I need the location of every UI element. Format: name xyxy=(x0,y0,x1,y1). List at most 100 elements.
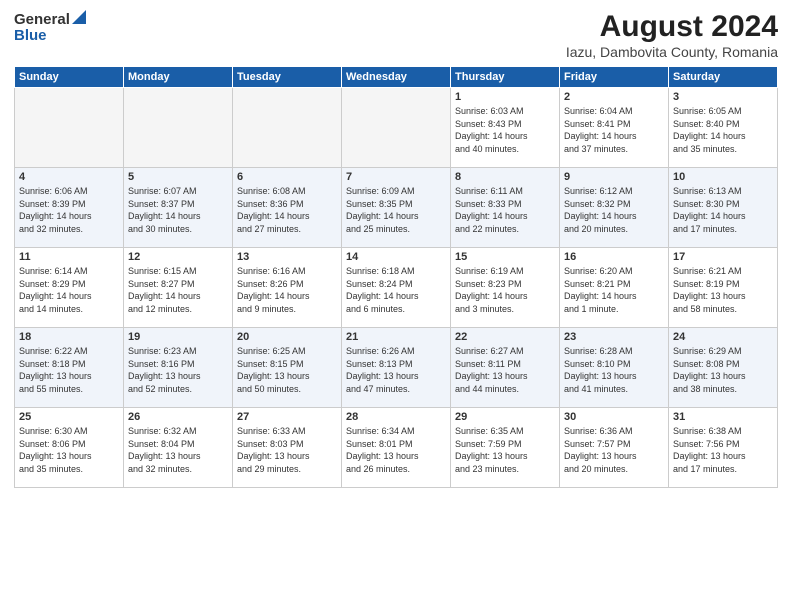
calendar-cell xyxy=(233,88,342,168)
calendar-cell: 30 Sunrise: 6:36 AM Sunset: 7:57 PM Dayli… xyxy=(560,408,669,488)
day-number: 20 xyxy=(237,331,337,343)
day-info: Sunrise: 6:20 AM Sunset: 8:21 PM Dayligh… xyxy=(564,265,664,315)
calendar-week-row: 4Sunrise: 6:06 AM Sunset: 8:39 PM Daylig… xyxy=(15,168,778,248)
calendar-cell: 18 Sunrise: 6:22 AM Sunset: 8:18 PM Dayli… xyxy=(15,328,124,408)
day-info: Sunrise: 6:29 AM Sunset: 8:08 PM Dayligh… xyxy=(673,345,773,395)
day-info: Sunrise: 6:23 AM Sunset: 8:16 PM Dayligh… xyxy=(128,345,228,395)
calendar-cell: 1 Sunrise: 6:03 AM Sunset: 8:43 PM Daylig… xyxy=(451,88,560,168)
calendar-cell: 25Sunrise: 6:30 AM Sunset: 8:06 PM Dayli… xyxy=(15,408,124,488)
calendar-cell: 14Sunrise: 6:18 AM Sunset: 8:24 PM Dayli… xyxy=(342,248,451,328)
calendar-cell: 27Sunrise: 6:33 AM Sunset: 8:03 PM Dayli… xyxy=(233,408,342,488)
day-number: 24 xyxy=(673,331,773,343)
day-number: 12 xyxy=(128,251,228,263)
day-info: Sunrise: 6:13 AM Sunset: 8:30 PM Dayligh… xyxy=(673,185,773,235)
calendar-cell: 21 Sunrise: 6:26 AM Sunset: 8:13 PM Dayli… xyxy=(342,328,451,408)
day-info: Sunrise: 6:18 AM Sunset: 8:24 PM Dayligh… xyxy=(346,265,446,315)
day-info: Sunrise: 6:14 AM Sunset: 8:29 PM Dayligh… xyxy=(19,265,119,315)
calendar-cell: 3 Sunrise: 6:05 AM Sunset: 8:40 PM Daylig… xyxy=(669,88,778,168)
day-number: 11 xyxy=(19,251,119,263)
day-info: Sunrise: 6:25 AM Sunset: 8:15 PM Dayligh… xyxy=(237,345,337,395)
calendar-cell: 20 Sunrise: 6:25 AM Sunset: 8:15 PM Dayli… xyxy=(233,328,342,408)
calendar-cell: 12 Sunrise: 6:15 AM Sunset: 8:27 PM Dayli… xyxy=(124,248,233,328)
day-info: Sunrise: 6:26 AM Sunset: 8:13 PM Dayligh… xyxy=(346,345,446,395)
calendar-cell: 13 Sunrise: 6:16 AM Sunset: 8:26 PM Dayli… xyxy=(233,248,342,328)
col-saturday: Saturday xyxy=(669,67,778,88)
calendar-cell: 4Sunrise: 6:06 AM Sunset: 8:39 PM Daylig… xyxy=(15,168,124,248)
calendar-cell: 5 Sunrise: 6:07 AM Sunset: 8:37 PM Daylig… xyxy=(124,168,233,248)
calendar-cell: 28Sunrise: 6:34 AM Sunset: 8:01 PM Dayli… xyxy=(342,408,451,488)
calendar-cell: 9Sunrise: 6:12 AM Sunset: 8:32 PM Daylig… xyxy=(560,168,669,248)
calendar-cell: 19Sunrise: 6:23 AM Sunset: 8:16 PM Dayli… xyxy=(124,328,233,408)
calendar-cell: 2Sunrise: 6:04 AM Sunset: 8:41 PM Daylig… xyxy=(560,88,669,168)
day-number: 18 xyxy=(19,331,119,343)
day-number: 9 xyxy=(564,171,664,183)
day-info: Sunrise: 6:15 AM Sunset: 8:27 PM Dayligh… xyxy=(128,265,228,315)
day-info: Sunrise: 6:08 AM Sunset: 8:36 PM Dayligh… xyxy=(237,185,337,235)
day-number: 5 xyxy=(128,171,228,183)
calendar-cell: 17 Sunrise: 6:21 AM Sunset: 8:19 PM Dayli… xyxy=(669,248,778,328)
day-info: Sunrise: 6:03 AM Sunset: 8:43 PM Dayligh… xyxy=(455,105,555,155)
calendar-cell: 23 Sunrise: 6:28 AM Sunset: 8:10 PM Dayli… xyxy=(560,328,669,408)
col-friday: Friday xyxy=(560,67,669,88)
day-number: 23 xyxy=(564,331,664,343)
day-info: Sunrise: 6:38 AM Sunset: 7:56 PM Dayligh… xyxy=(673,425,773,475)
day-number: 29 xyxy=(455,411,555,423)
calendar-cell xyxy=(124,88,233,168)
col-wednesday: Wednesday xyxy=(342,67,451,88)
day-number: 27 xyxy=(237,411,337,423)
day-info: Sunrise: 6:30 AM Sunset: 8:06 PM Dayligh… xyxy=(19,425,119,475)
calendar-cell: 22Sunrise: 6:27 AM Sunset: 8:11 PM Dayli… xyxy=(451,328,560,408)
calendar-table: Sunday Monday Tuesday Wednesday Thursday… xyxy=(14,66,778,488)
calendar-week-row: 11 Sunrise: 6:14 AM Sunset: 8:29 PM Dayli… xyxy=(15,248,778,328)
day-info: Sunrise: 6:35 AM Sunset: 7:59 PM Dayligh… xyxy=(455,425,555,475)
day-info: Sunrise: 6:21 AM Sunset: 8:19 PM Dayligh… xyxy=(673,265,773,315)
logo-blue-text: Blue xyxy=(14,27,47,44)
calendar-cell: 6 Sunrise: 6:08 AM Sunset: 8:36 PM Daylig… xyxy=(233,168,342,248)
day-info: Sunrise: 6:07 AM Sunset: 8:37 PM Dayligh… xyxy=(128,185,228,235)
calendar-cell: 16 Sunrise: 6:20 AM Sunset: 8:21 PM Dayli… xyxy=(560,248,669,328)
day-info: Sunrise: 6:22 AM Sunset: 8:18 PM Dayligh… xyxy=(19,345,119,395)
day-number: 16 xyxy=(564,251,664,263)
day-info: Sunrise: 6:28 AM Sunset: 8:10 PM Dayligh… xyxy=(564,345,664,395)
logo-general-text: General xyxy=(14,11,70,28)
day-number: 21 xyxy=(346,331,446,343)
day-info: Sunrise: 6:11 AM Sunset: 8:33 PM Dayligh… xyxy=(455,185,555,235)
col-tuesday: Tuesday xyxy=(233,67,342,88)
day-number: 13 xyxy=(237,251,337,263)
page-container: General Blue August 2024 Iazu, Dambovita… xyxy=(0,0,792,612)
day-info: Sunrise: 6:27 AM Sunset: 8:11 PM Dayligh… xyxy=(455,345,555,395)
day-number: 30 xyxy=(564,411,664,423)
location: Iazu, Dambovita County, Romania xyxy=(566,44,778,60)
calendar-cell: 31 Sunrise: 6:38 AM Sunset: 7:56 PM Dayli… xyxy=(669,408,778,488)
day-number: 31 xyxy=(673,411,773,423)
day-info: Sunrise: 6:32 AM Sunset: 8:04 PM Dayligh… xyxy=(128,425,228,475)
day-info: Sunrise: 6:16 AM Sunset: 8:26 PM Dayligh… xyxy=(237,265,337,315)
logo: General Blue xyxy=(14,10,86,44)
day-number: 10 xyxy=(673,171,773,183)
day-info: Sunrise: 6:19 AM Sunset: 8:23 PM Dayligh… xyxy=(455,265,555,315)
day-info: Sunrise: 6:06 AM Sunset: 8:39 PM Dayligh… xyxy=(19,185,119,235)
calendar-cell xyxy=(342,88,451,168)
calendar-cell: 7 Sunrise: 6:09 AM Sunset: 8:35 PM Daylig… xyxy=(342,168,451,248)
calendar-week-row: 25Sunrise: 6:30 AM Sunset: 8:06 PM Dayli… xyxy=(15,408,778,488)
calendar-cell: 8Sunrise: 6:11 AM Sunset: 8:33 PM Daylig… xyxy=(451,168,560,248)
calendar-week-row: 1 Sunrise: 6:03 AM Sunset: 8:43 PM Daylig… xyxy=(15,88,778,168)
day-info: Sunrise: 6:09 AM Sunset: 8:35 PM Dayligh… xyxy=(346,185,446,235)
day-number: 15 xyxy=(455,251,555,263)
day-info: Sunrise: 6:05 AM Sunset: 8:40 PM Dayligh… xyxy=(673,105,773,155)
calendar-cell: 11 Sunrise: 6:14 AM Sunset: 8:29 PM Dayli… xyxy=(15,248,124,328)
calendar-cell: 10 Sunrise: 6:13 AM Sunset: 8:30 PM Dayli… xyxy=(669,168,778,248)
day-number: 3 xyxy=(673,91,773,103)
col-thursday: Thursday xyxy=(451,67,560,88)
title-area: August 2024 Iazu, Dambovita County, Roma… xyxy=(566,10,778,60)
calendar-cell: 26Sunrise: 6:32 AM Sunset: 8:04 PM Dayli… xyxy=(124,408,233,488)
day-number: 1 xyxy=(455,91,555,103)
day-number: 28 xyxy=(346,411,446,423)
day-number: 6 xyxy=(237,171,337,183)
day-number: 7 xyxy=(346,171,446,183)
day-info: Sunrise: 6:04 AM Sunset: 8:41 PM Dayligh… xyxy=(564,105,664,155)
day-info: Sunrise: 6:36 AM Sunset: 7:57 PM Dayligh… xyxy=(564,425,664,475)
day-number: 17 xyxy=(673,251,773,263)
logo-triangle-icon xyxy=(72,10,86,29)
header: General Blue August 2024 Iazu, Dambovita… xyxy=(14,10,778,60)
